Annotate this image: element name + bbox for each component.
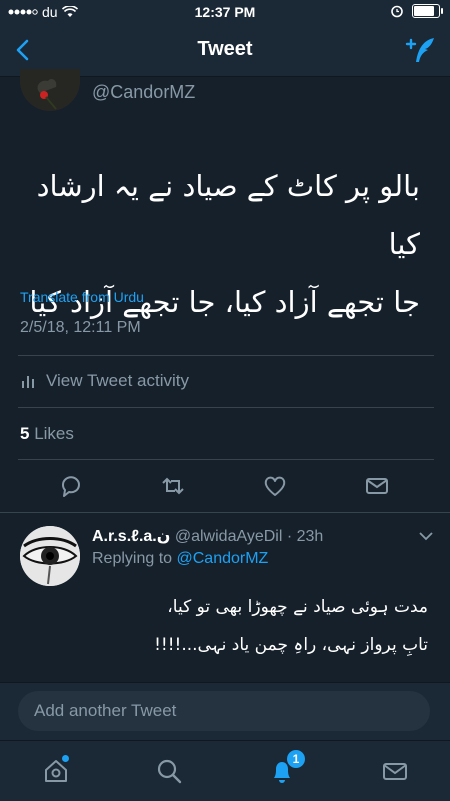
view-activity-row[interactable]: View Tweet activity	[20, 371, 189, 391]
rose-avatar-image	[20, 69, 80, 111]
reply-compose-bar	[0, 682, 450, 741]
messages-envelope-icon[interactable]	[381, 757, 409, 785]
battery-icon	[412, 4, 443, 18]
reply-header: A.r.s.ℓ.a.ن @alwidaAyeDil · 23h	[92, 526, 412, 546]
battery-level	[414, 6, 434, 16]
search-icon[interactable]	[155, 757, 183, 785]
tweet-timestamp: 2/5/18, 12:11 PM	[20, 319, 141, 336]
tab-bar: 1	[0, 740, 450, 801]
replying-mention-link[interactable]: @CandorMZ	[177, 550, 269, 567]
reply-tweet[interactable]: A.r.s.ℓ.a.ن @alwidaAyeDil · 23h Replying…	[0, 518, 450, 688]
reply-author-handle[interactable]: @alwidaAyeDil	[175, 528, 283, 545]
divider	[18, 407, 434, 408]
message-envelope-icon[interactable]	[364, 473, 390, 499]
chevron-down-icon[interactable]	[418, 528, 434, 544]
page-title: Tweet	[197, 38, 253, 60]
notifications-badge: 1	[287, 750, 305, 768]
likes-label: Likes	[34, 424, 74, 443]
tweet-author-handle[interactable]: @CandorMZ	[92, 82, 195, 103]
alarm-icon	[391, 5, 403, 18]
avatar[interactable]	[20, 69, 80, 111]
reply-text-line: تابِ پرواز نہی، راہِ چمن یاد نہی...!!!!	[154, 635, 428, 655]
bar-chart-icon	[22, 376, 34, 388]
replying-to: Replying to @CandorMZ	[92, 550, 268, 568]
eye-avatar-image	[20, 526, 80, 586]
reply-time: · 23h	[286, 528, 324, 545]
tweet-text-line: بالو پر کاٹ کے صیاد نے یہ ارشاد کیا	[36, 169, 420, 261]
divider	[18, 459, 434, 460]
view-activity-label: View Tweet activity	[46, 371, 189, 390]
reply-text-line: مدت ہوئی صیاد نے چھوڑا بھی تو کیا،	[167, 597, 428, 617]
home-unread-dot	[62, 755, 69, 762]
tweet-actions	[0, 473, 450, 503]
reply-author-name[interactable]: A.r.s.ℓ.a.ن	[92, 528, 170, 545]
retweet-icon[interactable]	[160, 473, 186, 499]
likes-number: 5	[20, 424, 30, 443]
likes-count[interactable]: 5 Likes	[20, 424, 74, 444]
like-heart-icon[interactable]	[262, 473, 288, 499]
status-time: 12:37 PM	[194, 4, 256, 20]
avatar[interactable]	[20, 526, 80, 586]
add-tweet-input[interactable]	[18, 691, 430, 731]
compose-tweet-icon[interactable]	[404, 34, 438, 66]
translate-link[interactable]: Translate from Urdu	[20, 289, 144, 305]
reply-icon[interactable]	[58, 473, 84, 499]
status-bar: du 12:37 PM	[0, 0, 450, 24]
divider	[0, 512, 450, 513]
divider	[18, 355, 434, 356]
replying-prefix: Replying to	[92, 550, 173, 567]
reply-text: مدت ہوئی صیاد نے چھوڑا بھی تو کیا، تابِ …	[88, 588, 428, 664]
